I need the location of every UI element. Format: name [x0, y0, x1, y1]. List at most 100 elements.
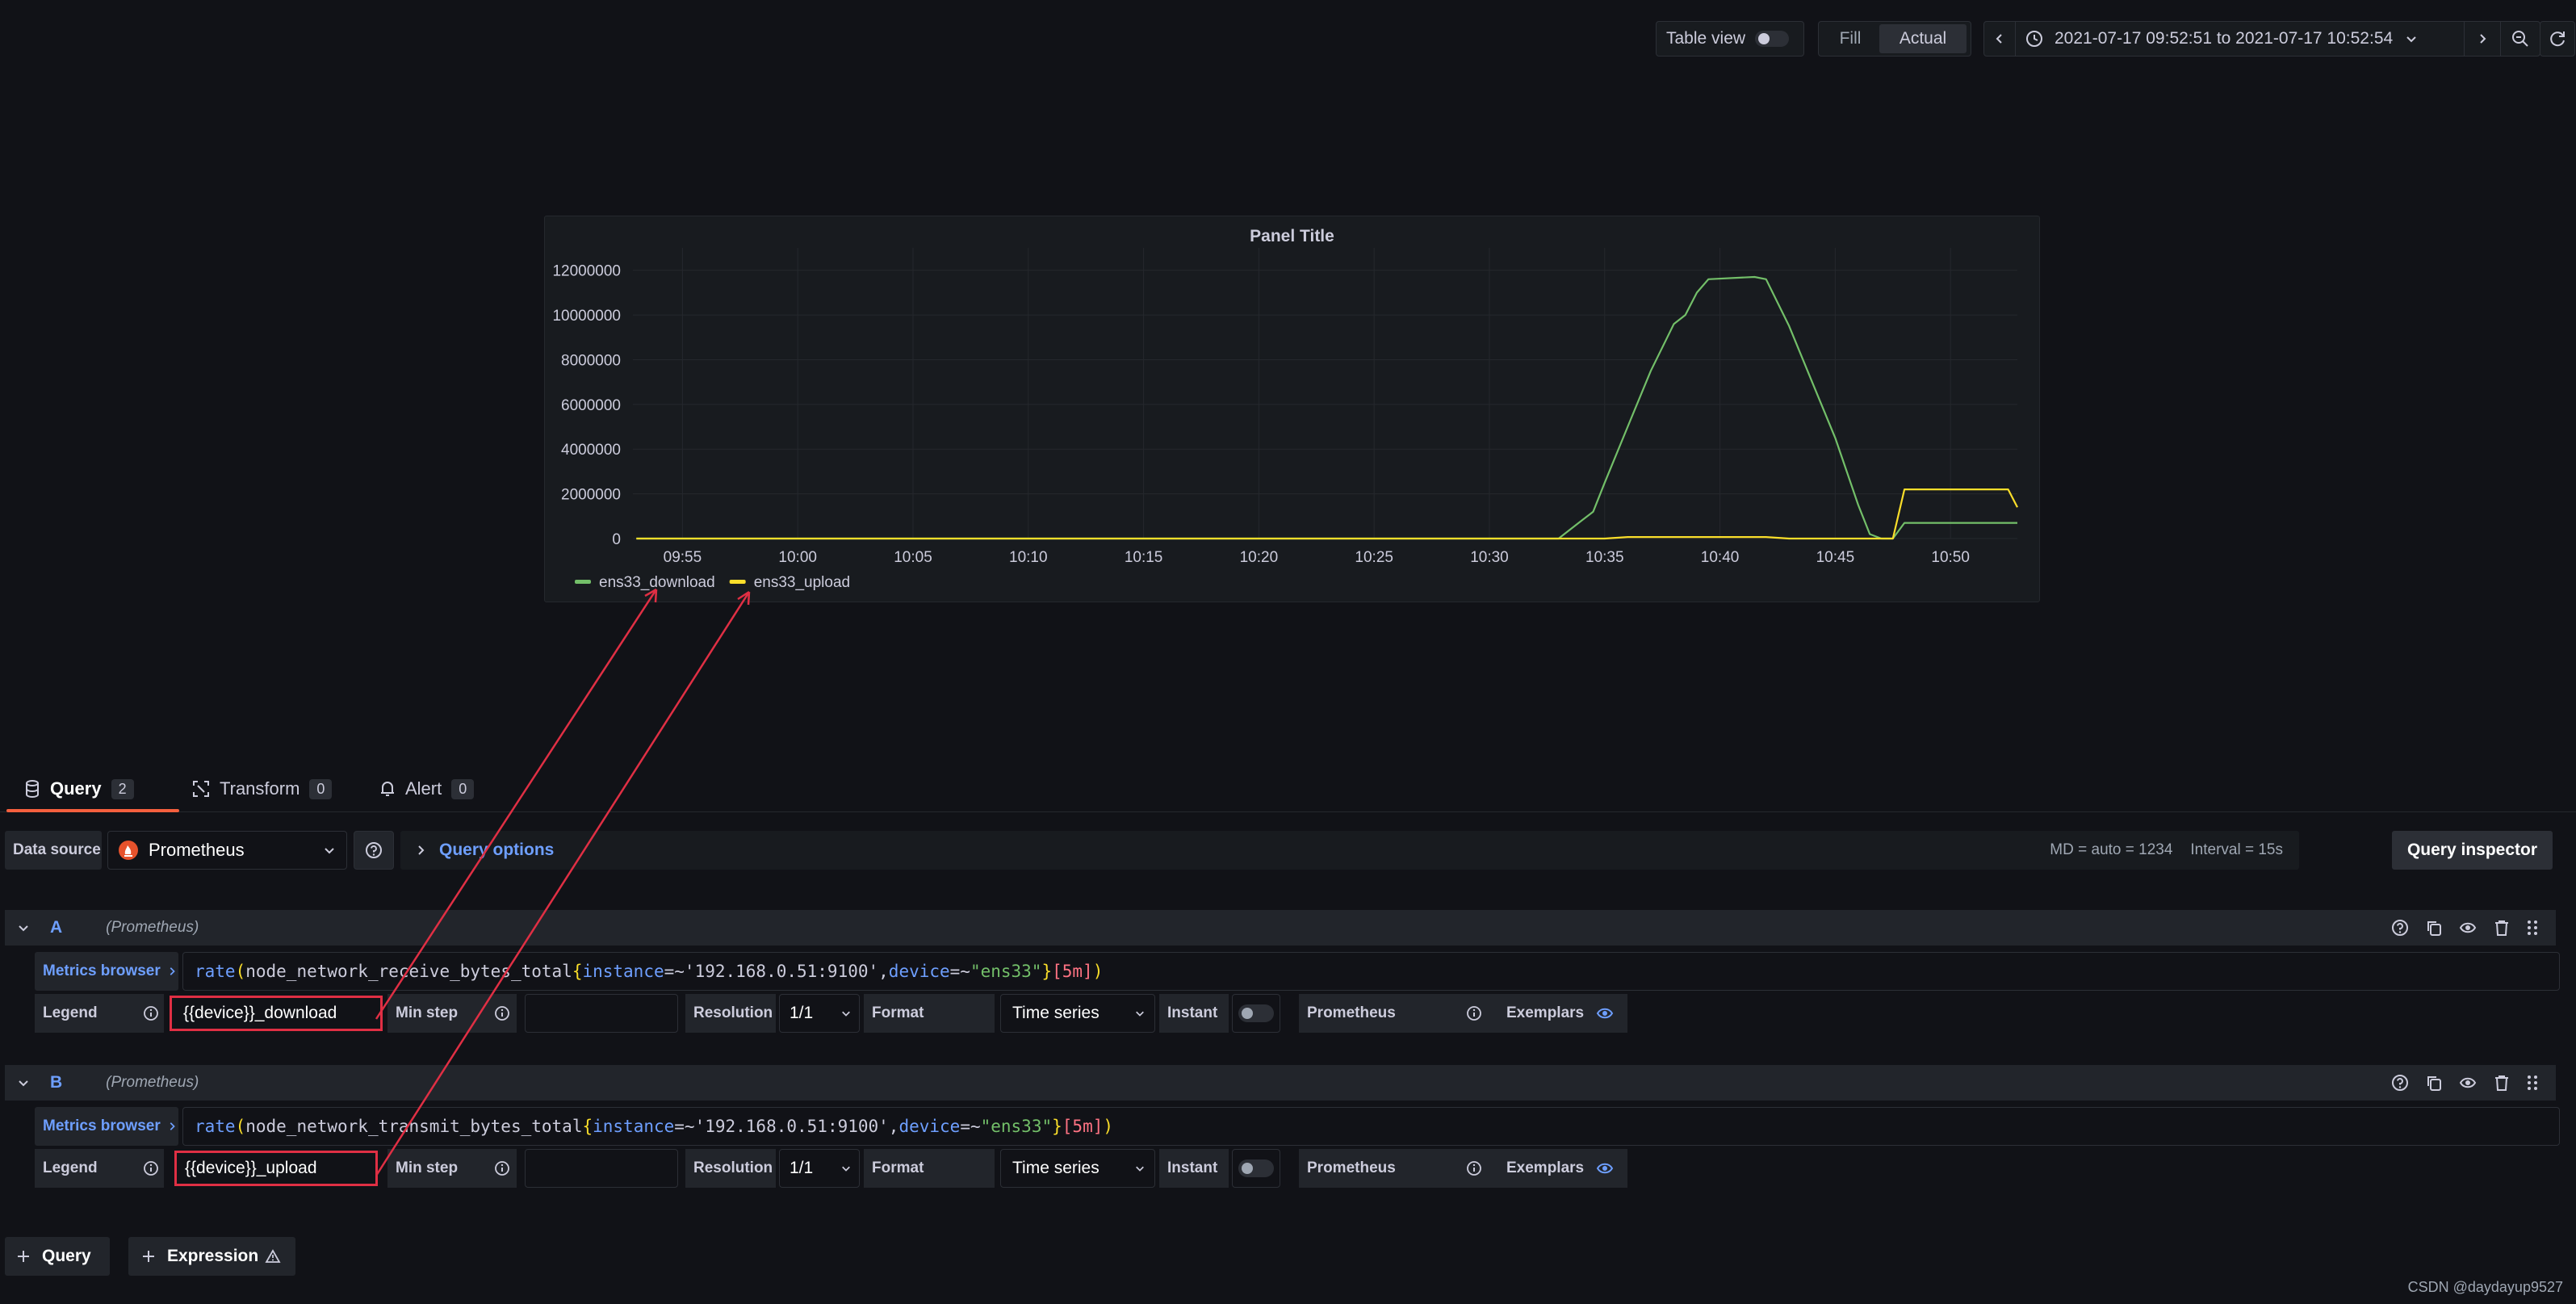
help-icon[interactable]: [2391, 1074, 2409, 1092]
add-query-button[interactable]: Query: [5, 1237, 110, 1276]
eye-icon[interactable]: [1596, 1160, 1614, 1176]
series-line-ens33_download: [636, 275, 2017, 540]
refresh-icon[interactable]: [2540, 21, 2575, 57]
metrics-browser-button[interactable]: Metrics browser: [35, 1107, 178, 1146]
x-tick-label: 10:15: [1125, 549, 1163, 566]
tab-alert[interactable]: Alert 0: [379, 765, 509, 812]
fill-button[interactable]: Fill: [1821, 24, 1879, 53]
instant-toggle[interactable]: [1232, 1149, 1280, 1188]
x-tick-label: 10:35: [1585, 549, 1624, 566]
tab-query-count: 2: [111, 778, 134, 799]
resolution-label: Resolution: [685, 994, 776, 1033]
tab-transform-count: 0: [309, 778, 333, 799]
drag-handle-icon[interactable]: [2527, 919, 2538, 937]
query-a-options-row: Legend {{device}}_download Min step Reso…: [35, 994, 1629, 1033]
prometheus-icon: [119, 841, 138, 860]
eye-icon[interactable]: [1596, 1005, 1614, 1021]
y-tick-label: 8000000: [561, 352, 621, 369]
duplicate-icon[interactable]: [2425, 919, 2443, 937]
legend-input[interactable]: {{device}}_download: [170, 996, 383, 1031]
min-step-input[interactable]: [525, 1149, 678, 1188]
tab-transform[interactable]: Transform 0: [155, 765, 379, 812]
resolution-select[interactable]: 1/1: [779, 1149, 860, 1188]
chevron-down-icon: [2406, 36, 2416, 43]
x-tick-label: 10:00: [778, 549, 817, 566]
query-b-header[interactable]: B (Prometheus): [5, 1065, 2556, 1101]
table-view-toggle[interactable]: Table view: [1656, 21, 1804, 57]
x-tick-label: 10:45: [1816, 549, 1855, 566]
x-tick-label: 09:55: [664, 549, 702, 566]
min-step-input[interactable]: [525, 994, 678, 1033]
y-tick-label: 10000000: [552, 308, 621, 325]
series-line-ens33_upload: [636, 488, 2018, 540]
x-tick-label: 10:40: [1701, 549, 1740, 566]
info-icon[interactable]: [494, 1005, 510, 1021]
chevron-down-icon[interactable]: [18, 1077, 29, 1088]
trash-icon[interactable]: [2493, 1074, 2511, 1092]
query-a-header[interactable]: A (Prometheus): [5, 910, 2556, 946]
trash-icon[interactable]: [2493, 919, 2511, 937]
duplicate-icon[interactable]: [2425, 1074, 2443, 1092]
query-options-link[interactable]: Query options: [439, 841, 554, 860]
instant-toggle[interactable]: [1232, 994, 1280, 1033]
drag-handle-icon[interactable]: [2527, 1074, 2538, 1092]
tab-query[interactable]: Query 2: [0, 765, 179, 812]
datasource-select[interactable]: Prometheus: [107, 831, 347, 870]
tab-transform-label: Transform: [220, 778, 300, 799]
database-icon: [26, 780, 39, 798]
chevron-left-icon[interactable]: [1984, 22, 2015, 56]
format-label: Format: [864, 994, 995, 1033]
help-icon[interactable]: [2391, 919, 2409, 937]
info-icon[interactable]: [1466, 1005, 1482, 1021]
query-b-expression-input[interactable]: rate(node_network_transmit_bytes_total{i…: [182, 1107, 2560, 1146]
chevron-down-icon[interactable]: [18, 922, 29, 933]
legend-input[interactable]: {{device}}_upload: [174, 1151, 378, 1186]
add-expression-button[interactable]: Expression: [128, 1237, 295, 1276]
chevron-right-icon[interactable]: [2465, 22, 2501, 56]
tab-alert-label: Alert: [405, 778, 442, 799]
x-tick-label: 10:05: [894, 549, 932, 566]
query-b-options-row: Legend {{device}}_upload Min step Resolu…: [35, 1149, 1629, 1188]
format-select[interactable]: Time series: [1000, 994, 1155, 1033]
chevron-down-icon: [1136, 1011, 1144, 1017]
transform-icon: [193, 781, 209, 797]
actual-button[interactable]: Actual: [1879, 24, 1967, 53]
format-label: Format: [864, 1149, 995, 1188]
prometheus-label: Prometheus: [1299, 1149, 1525, 1188]
instant-label: Instant: [1159, 994, 1229, 1033]
table-view-switch[interactable]: [1755, 31, 1790, 47]
resolution-select[interactable]: 1/1: [779, 994, 860, 1033]
time-range-text: 2021-07-17 09:52:51 to 2021-07-17 10:52:…: [2055, 29, 2394, 48]
x-tick-label: 10:10: [1009, 549, 1048, 566]
zoom-out-icon[interactable]: [2501, 22, 2540, 56]
timeseries-chart: 12000000 10000000 8000000 6000000 4000000 200…: [552, 248, 2018, 591]
eye-icon[interactable]: [2459, 1074, 2477, 1092]
info-icon[interactable]: [143, 1005, 159, 1021]
x-tick-label: 10:25: [1355, 549, 1393, 566]
warning-icon: [265, 1249, 281, 1263]
plus-icon: [18, 1251, 29, 1262]
query-options-bar[interactable]: Query options MD = auto = 1234 Interval …: [400, 831, 2299, 870]
query-b-source: (Prometheus): [106, 1074, 199, 1091]
instant-label: Instant: [1159, 1149, 1229, 1188]
metrics-browser-button[interactable]: Metrics browser: [35, 952, 178, 991]
tab-query-label: Query: [50, 778, 102, 799]
info-icon[interactable]: [143, 1160, 159, 1176]
query-a-expression-input[interactable]: rate(node_network_receive_bytes_total{in…: [182, 952, 2560, 991]
time-range-picker[interactable]: 2021-07-17 09:52:51 to 2021-07-17 10:52:…: [2015, 22, 2465, 56]
info-icon[interactable]: [494, 1160, 510, 1176]
query-a-letter: A: [50, 918, 63, 937]
chevron-down-icon: [842, 1011, 850, 1017]
query-inspector-button[interactable]: Query inspector: [2392, 831, 2553, 870]
datasource-label: Data source: [5, 831, 102, 870]
y-tick-label: 12000000: [552, 263, 621, 280]
datasource-help-icon[interactable]: [354, 831, 394, 870]
info-icon[interactable]: [1466, 1160, 1482, 1176]
legend-swatch: [575, 580, 591, 584]
resolution-label: Resolution: [685, 1149, 776, 1188]
eye-icon[interactable]: [2459, 919, 2477, 937]
format-select[interactable]: Time series: [1000, 1149, 1155, 1188]
y-tick-label: 2000000: [561, 487, 621, 504]
time-range-bar: 2021-07-17 09:52:51 to 2021-07-17 10:52:…: [1983, 21, 2540, 57]
tab-alert-count: 0: [451, 778, 475, 799]
